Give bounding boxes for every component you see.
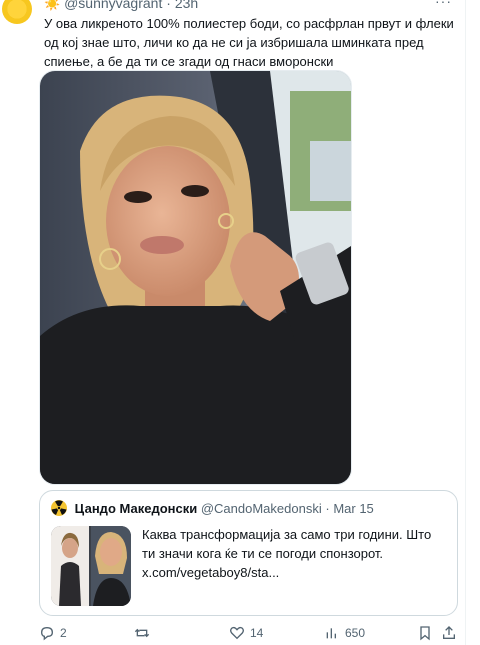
sun-emoji-icon: ☀️: [44, 0, 61, 11]
author-handle[interactable]: @sunnyvagrant: [64, 0, 162, 11]
views-icon: [324, 625, 340, 641]
quote-header: Цандо Македонски @CandoMakedonski · Mar …: [51, 500, 374, 521]
share-icon: [441, 625, 457, 641]
repost-icon: [134, 625, 150, 641]
reply-button[interactable]: 2: [39, 625, 67, 641]
tweet-photo[interactable]: [39, 70, 352, 485]
quote-thumbnail[interactable]: [51, 526, 131, 606]
bookmark-button[interactable]: [417, 625, 433, 641]
more-options-icon[interactable]: ···: [435, 0, 452, 9]
comparison-photo-image: [51, 526, 131, 606]
avatar[interactable]: [2, 0, 32, 24]
selfie-photo-image: [40, 71, 351, 484]
quote-text: Каква трансформација за само три години.…: [142, 527, 432, 561]
repost-button[interactable]: [134, 625, 155, 641]
heart-icon: [229, 625, 245, 641]
like-count: 14: [250, 626, 264, 640]
tweet-actions: 2 14 650: [39, 625, 459, 645]
header-separator: ·: [166, 0, 171, 11]
tweet-time[interactable]: 23h: [175, 0, 198, 11]
quote-author-handle[interactable]: @CandoMakedonski: [201, 501, 322, 516]
quote-date[interactable]: Mar 15: [333, 501, 373, 516]
radioactive-icon: [51, 500, 67, 521]
views-button[interactable]: 650: [324, 625, 365, 641]
share-button[interactable]: [441, 625, 457, 641]
quote-author-name[interactable]: Цандо Македонски: [75, 501, 198, 516]
bookmark-icon: [417, 625, 433, 641]
quote-body: Каква трансформација за само три години.…: [142, 525, 442, 582]
tweet-header: ☀️ @sunnyvagrant · 23h: [44, 0, 198, 12]
timeline-border: [465, 0, 466, 645]
quote-separator: ·: [325, 501, 330, 516]
reply-icon: [39, 625, 55, 641]
quote-link[interactable]: x.com/vegetaboy8/sta...: [142, 565, 279, 580]
reply-count: 2: [60, 626, 67, 640]
tweet-text: У ова ликреното 100% полиестер боди, со …: [44, 16, 454, 69]
like-button[interactable]: 14: [229, 625, 263, 641]
quoted-tweet[interactable]: Цандо Македонски @CandoMakedonski · Mar …: [39, 490, 458, 616]
views-count: 650: [345, 626, 366, 640]
